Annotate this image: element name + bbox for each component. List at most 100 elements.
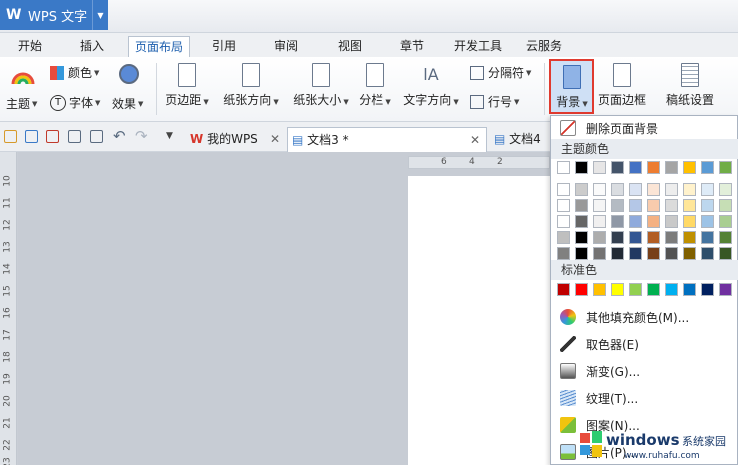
margins-button[interactable]: 页边距 ▼ [162,63,212,108]
standard-color-swatch[interactable] [629,283,642,296]
save-icon[interactable] [25,130,38,143]
theme-color-swatch[interactable] [611,247,624,260]
theme-color-swatch[interactable] [593,215,606,228]
theme-color-swatch[interactable] [593,231,606,244]
theme-color-swatch[interactable] [683,199,696,212]
theme-color-swatch[interactable] [701,183,714,196]
theme-color-swatch[interactable] [647,231,660,244]
page-border-button[interactable]: 页面边框 [596,63,648,108]
theme-color-swatch[interactable] [647,199,660,212]
theme-color-swatch[interactable] [647,247,660,260]
theme-color-swatch[interactable] [575,215,588,228]
theme-color-swatch[interactable] [647,215,660,228]
theme-color-swatch[interactable] [557,199,570,212]
theme-color-swatch[interactable] [611,231,624,244]
columns-button[interactable]: 分栏 ▼ [356,63,394,108]
theme-button[interactable]: 主题 ▼ [6,95,37,112]
standard-color-swatch[interactable] [557,283,570,296]
redo-icon[interactable]: ↷ [135,127,148,145]
theme-color-swatch[interactable] [719,183,732,196]
close-icon[interactable]: ✕ [470,128,480,152]
theme-color-swatch[interactable] [647,161,660,174]
tab-chapter[interactable]: 章节 [388,36,436,57]
paper-size-button[interactable]: 纸张大小 ▼ [290,63,352,108]
tab-my-wps[interactable]: W 我的WPS ✕ [186,127,284,152]
more-fill-colors-item[interactable]: 其他填充颜色(M)... [551,305,738,329]
text-direction-button[interactable]: lA 文字方向 ▼ [400,63,462,108]
theme-color-swatch[interactable] [629,231,642,244]
theme-color-swatch[interactable] [575,231,588,244]
tab-review[interactable]: 审阅 [262,36,310,57]
document-page[interactable] [408,176,550,465]
theme-color-swatch[interactable] [719,231,732,244]
effects-button[interactable]: 效果 ▼ [112,95,143,112]
theme-color-swatch[interactable] [719,215,732,228]
theme-color-swatch[interactable] [557,247,570,260]
theme-color-swatch[interactable] [629,247,642,260]
tab-home[interactable]: 开始 [6,36,54,57]
manuscript-button[interactable]: 稿纸设置 [664,63,716,108]
tab-page-layout[interactable]: 页面布局 [128,36,190,57]
colors-button[interactable]: 颜色 ▼ [50,64,99,81]
theme-color-swatch[interactable] [683,247,696,260]
theme-color-swatch[interactable] [575,183,588,196]
theme-color-swatch[interactable] [629,183,642,196]
theme-color-swatch[interactable] [701,161,714,174]
undo-icon[interactable]: ↶ [113,127,126,145]
theme-color-swatch[interactable] [647,183,660,196]
theme-color-swatch[interactable] [629,215,642,228]
standard-color-swatch[interactable] [575,283,588,296]
eyedropper-item[interactable]: 取色器(E) [551,332,738,356]
theme-color-swatch[interactable] [665,231,678,244]
orientation-button[interactable]: 纸张方向 ▼ [220,63,282,108]
delete-page-background-item[interactable]: 删除页面背景 [551,116,738,140]
vertical-ruler[interactable]: 10 11 12 13 14 15 16 17 18 19 20 21 22 2… [0,152,17,465]
wps-app-menu-button[interactable]: W WPS 文字 ▼ [0,0,108,30]
theme-color-swatch[interactable] [629,199,642,212]
theme-color-swatch[interactable] [611,183,624,196]
theme-color-swatch[interactable] [557,231,570,244]
horizontal-ruler[interactable]: 6 4 2 [408,156,550,169]
theme-color-swatch[interactable] [593,199,606,212]
tab-doc4[interactable]: ▤ 文档4 * [490,127,550,170]
theme-rainbow-icon[interactable] [8,62,38,91]
standard-color-swatch[interactable] [701,283,714,296]
theme-color-swatch[interactable] [701,231,714,244]
export-pdf-icon[interactable] [46,130,59,143]
theme-color-swatch[interactable] [575,199,588,212]
tab-developer[interactable]: 开发工具 [448,36,508,57]
standard-color-swatch[interactable] [611,283,624,296]
effects-icon[interactable] [117,62,141,86]
theme-color-swatch[interactable] [611,199,624,212]
theme-color-swatch[interactable] [665,183,678,196]
close-icon[interactable]: ✕ [270,127,280,151]
theme-color-swatch[interactable] [719,247,732,260]
open-folder-icon[interactable] [4,130,17,143]
print-icon[interactable] [68,130,81,143]
theme-color-swatch[interactable] [611,215,624,228]
background-button[interactable]: 背景 ▼ [551,65,593,110]
standard-color-swatch[interactable] [647,283,660,296]
standard-color-swatch[interactable] [683,283,696,296]
theme-color-swatch[interactable] [557,183,570,196]
texture-item[interactable]: 纹理(T)... [551,386,738,410]
theme-color-swatch[interactable] [683,161,696,174]
font-button[interactable]: T 字体 ▼ [50,94,100,111]
theme-color-swatch[interactable] [701,199,714,212]
line-number-button[interactable]: 行号 ▼ [470,93,519,110]
theme-color-swatch[interactable] [665,215,678,228]
standard-color-swatch[interactable] [719,283,732,296]
theme-color-swatch[interactable] [665,161,678,174]
tab-cloud[interactable]: 云服务 [518,36,570,57]
theme-color-swatch[interactable] [575,161,588,174]
theme-color-swatch[interactable] [683,215,696,228]
tab-references[interactable]: 引用 [202,36,246,57]
theme-color-swatch[interactable] [665,247,678,260]
theme-color-swatch[interactable] [557,161,570,174]
tab-insert[interactable]: 插入 [68,36,116,57]
separator-button[interactable]: 分隔符 ▼ [470,64,531,81]
theme-color-swatch[interactable] [683,231,696,244]
theme-color-swatch[interactable] [701,247,714,260]
theme-color-swatch[interactable] [719,199,732,212]
standard-color-swatch[interactable] [593,283,606,296]
